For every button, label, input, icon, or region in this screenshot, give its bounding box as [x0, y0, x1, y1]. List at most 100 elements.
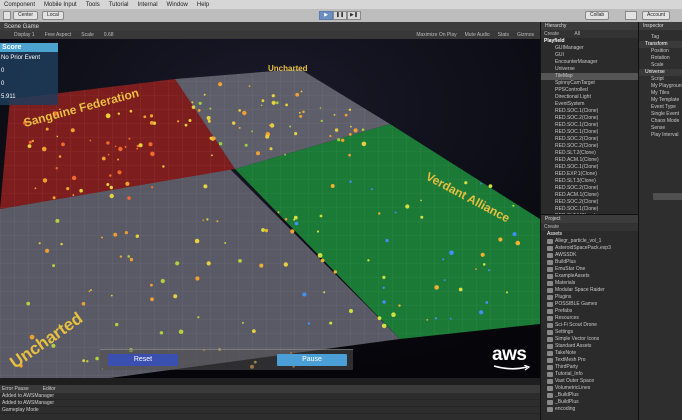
hierarchy-item[interactable]: Playfield: [541, 38, 638, 45]
project-item[interactable]: _BuildPlus: [541, 392, 638, 399]
game-tab[interactable]: Scene Game: [4, 24, 39, 30]
menu-item[interactable]: Help: [197, 2, 209, 8]
inspector-field[interactable]: Single Event: [639, 111, 682, 118]
project-item[interactable]: TakeNote: [541, 350, 638, 357]
hierarchy-item[interactable]: RED.ACM.1(Clone): [541, 157, 638, 164]
project-tab[interactable]: Project: [541, 215, 638, 223]
project-item[interactable]: encoding: [541, 406, 638, 413]
editor-tab[interactable]: Editor: [43, 386, 56, 392]
scale-value[interactable]: 0.68: [104, 32, 114, 38]
menu-item[interactable]: Component: [4, 2, 35, 8]
project-item[interactable]: BuildPlus: [541, 259, 638, 266]
inspector-field[interactable]: Rotation: [639, 55, 682, 62]
hierarchy-item[interactable]: Directional Light: [541, 94, 638, 101]
aspect-select[interactable]: Free Aspect: [45, 32, 72, 38]
menu-item[interactable]: Tutorial: [109, 2, 129, 8]
project-item[interactable]: Vast Outer Space: [541, 378, 638, 385]
hierarchy-item[interactable]: RED.SOC.2(Clone): [541, 185, 638, 192]
hierarchy-item[interactable]: GUI: [541, 52, 638, 59]
rect-tool-icon[interactable]: [3, 11, 11, 20]
hierarchy-item[interactable]: RED.SOC.1(Clone): [541, 129, 638, 136]
project-item[interactable]: Simple Vector Icons: [541, 336, 638, 343]
project-item[interactable]: Assets: [541, 231, 638, 238]
project-item[interactable]: EmuStar One: [541, 266, 638, 273]
game-viewport[interactable]: Sanguine Federation Uncharted Verdant Al…: [0, 39, 540, 378]
game-view-option[interactable]: Stats: [498, 32, 509, 38]
menu-item[interactable]: Mobile Input: [44, 2, 77, 8]
game-view-option[interactable]: Mute Audio: [465, 32, 490, 38]
project-item[interactable]: POSSIBLE Games: [541, 301, 638, 308]
hierarchy-item[interactable]: EventSystem: [541, 101, 638, 108]
project-create-button[interactable]: Create: [544, 224, 559, 230]
space-button[interactable]: Local: [42, 11, 64, 20]
project-item[interactable]: Prefabs: [541, 308, 638, 315]
inspector-field[interactable]: My Tiles: [639, 90, 682, 97]
game-view-option[interactable]: Gizmos: [517, 32, 534, 38]
reset-button[interactable]: Reset: [108, 354, 178, 366]
project-item[interactable]: Modular Space Raider: [541, 287, 638, 294]
display-select[interactable]: Display 1: [14, 32, 35, 38]
hierarchy-item[interactable]: RED.SLT.3(Clone): [541, 178, 638, 185]
pivot-button[interactable]: Center: [13, 11, 39, 20]
project-item[interactable]: AWSSDK: [541, 252, 638, 259]
console-line[interactable]: Added to AWSManager: [0, 400, 540, 407]
hierarchy-item[interactable]: EncounterManager: [541, 59, 638, 66]
hierarchy-item[interactable]: RED.SOC.1(Clone): [541, 164, 638, 171]
project-item[interactable]: Tutorial_Info: [541, 371, 638, 378]
inspector-field[interactable]: Chaos Mode: [639, 118, 682, 125]
project-item[interactable]: ExampleAssets: [541, 273, 638, 280]
console-line[interactable]: Added to AWSManager: [0, 393, 540, 400]
hierarchy-item[interactable]: RED.ACM.1(Clone): [541, 192, 638, 199]
hierarchy-tab[interactable]: Hierarchy: [541, 22, 638, 30]
project-item[interactable]: Plugins: [541, 294, 638, 301]
menu-item[interactable]: Tools: [86, 2, 100, 8]
hierarchy-item[interactable]: RED.SLT.2(Clone): [541, 150, 638, 157]
project-item[interactable]: Standard Assets: [541, 343, 638, 350]
hierarchy-item[interactable]: Universe: [541, 66, 638, 73]
console-line[interactable]: Gameplay Mode: [0, 407, 540, 414]
hierarchy-item[interactable]: PPSControlled: [541, 87, 638, 94]
hierarchy-search[interactable]: All: [574, 31, 580, 37]
inspector-field[interactable]: Script: [639, 76, 682, 83]
project-item[interactable]: VolumetricLines: [541, 385, 638, 392]
inspector-tab[interactable]: Inspector: [639, 22, 682, 30]
inspector-field[interactable]: Scale: [639, 62, 682, 69]
inspector-field[interactable]: My Template: [639, 97, 682, 104]
project-item[interactable]: Allegr_particle_vol_1: [541, 238, 638, 245]
inspector-field[interactable]: Transform: [639, 41, 682, 48]
inspector-field[interactable]: Play Interval: [639, 132, 682, 139]
play-button[interactable]: ▶: [319, 11, 333, 20]
project-item[interactable]: Settings: [541, 329, 638, 336]
project-item[interactable]: TextMesh Pro: [541, 357, 638, 364]
error-pause-tab[interactable]: Error Pause: [2, 386, 29, 392]
hierarchy-item[interactable]: TileMap: [541, 73, 638, 80]
inspector-field[interactable]: Universe: [639, 69, 682, 76]
cloud-icon[interactable]: [625, 11, 637, 20]
inspector-field[interactable]: Position: [639, 48, 682, 55]
game-view-option[interactable]: Maximize On Play: [416, 32, 456, 38]
project-item[interactable]: Resources: [541, 315, 638, 322]
step-button[interactable]: ▶❚: [347, 11, 361, 20]
project-item[interactable]: Materials: [541, 280, 638, 287]
project-item[interactable]: ThirdParty: [541, 364, 638, 371]
project-item[interactable]: _BuildPlus: [541, 399, 638, 406]
inspector-action-button[interactable]: [653, 193, 682, 200]
hierarchy-item[interactable]: RED.SOC.2(Clone): [541, 143, 638, 150]
hierarchy-item[interactable]: SpinnyCamTarget: [541, 80, 638, 87]
hierarchy-item[interactable]: RED.SOC.2(Clone): [541, 199, 638, 206]
collab-button[interactable]: Collab: [585, 11, 610, 20]
inspector-field[interactable]: Sense: [639, 125, 682, 132]
hierarchy-item[interactable]: GUIManager: [541, 45, 638, 52]
account-button[interactable]: Account: [642, 11, 671, 20]
inspector-field[interactable]: Tag: [639, 34, 682, 41]
pause-toggle-button[interactable]: ❚❚: [333, 11, 347, 20]
hierarchy-item[interactable]: RED.SOC.2(Clone): [541, 115, 638, 122]
menu-item[interactable]: Internal: [138, 2, 158, 8]
project-item[interactable]: AsteroidSpacePack.exp3: [541, 245, 638, 252]
hierarchy-item[interactable]: RED.EXP.1(Clone): [541, 171, 638, 178]
hierarchy-item[interactable]: RED.SOC.1(Clone): [541, 122, 638, 129]
inspector-field[interactable]: Event Type: [639, 104, 682, 111]
menu-item[interactable]: Window: [167, 2, 188, 8]
pause-button[interactable]: Pause: [277, 354, 347, 366]
project-item[interactable]: Sci-Fi Scout Drone: [541, 322, 638, 329]
